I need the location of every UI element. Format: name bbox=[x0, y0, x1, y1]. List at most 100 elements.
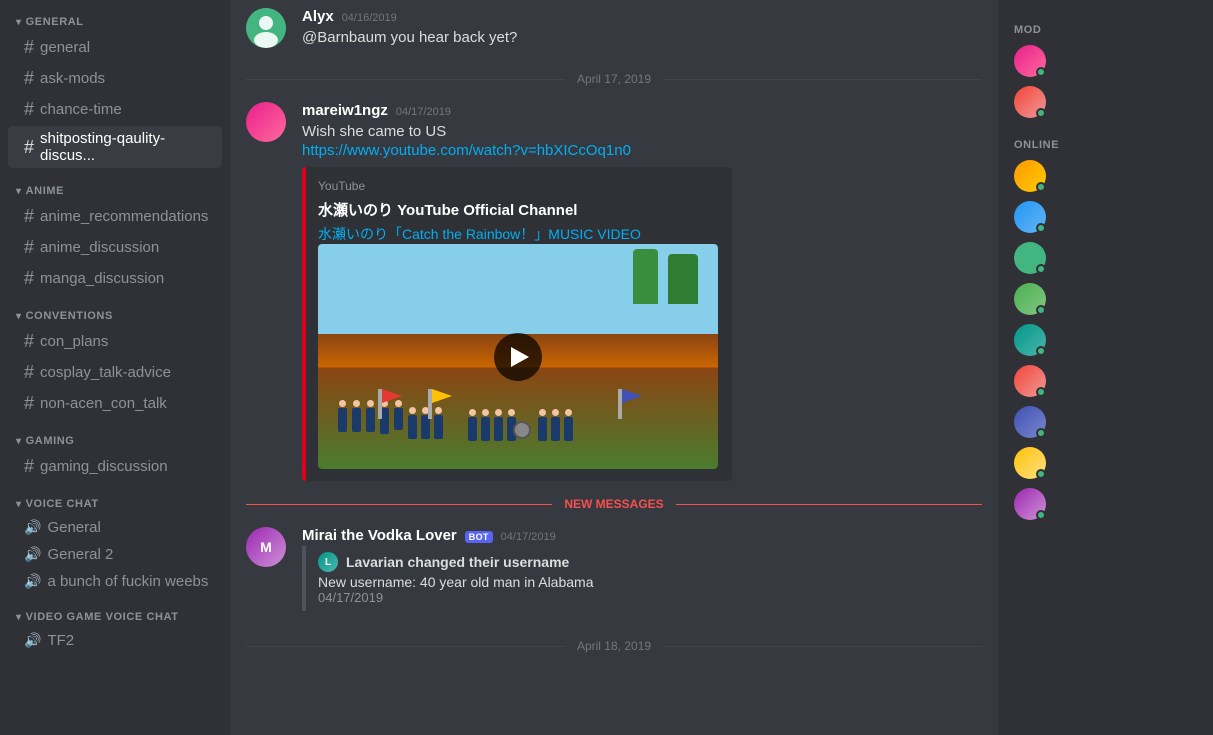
member-avatar bbox=[1014, 406, 1046, 438]
panel-section-online: ONLINE bbox=[998, 123, 1213, 155]
status-dot-online bbox=[1036, 67, 1046, 77]
message-text: @Barnbaum you hear back yet? bbox=[302, 27, 982, 48]
hash-icon: # bbox=[24, 237, 34, 258]
channel-item-cosplay-talk[interactable]: # cosplay_talk-advice bbox=[8, 358, 222, 387]
play-button[interactable] bbox=[494, 333, 542, 381]
status-dot-online bbox=[1036, 223, 1046, 233]
message-text: Wish she came to US bbox=[302, 121, 982, 142]
username: mareiw1ngz bbox=[302, 102, 388, 119]
message-header: Mirai the Vodka Lover BOT 04/17/2019 bbox=[302, 527, 982, 544]
quote-username: Lavarian changed their username bbox=[346, 554, 569, 570]
status-dot-online bbox=[1036, 108, 1046, 118]
section-header-anime[interactable]: ▾ ANIME bbox=[0, 169, 230, 201]
member-avatar bbox=[1014, 160, 1046, 192]
embed-description[interactable]: 水瀬いのり「Catch the Rainbow！」MUSIC VIDEO bbox=[318, 226, 641, 242]
date-label: April 18, 2019 bbox=[577, 639, 651, 653]
channel-item-shitposting[interactable]: # shitposting-qaulity-discus... bbox=[8, 126, 222, 168]
youtube-link[interactable]: https://www.youtube.com/watch?v=hbXICcOq… bbox=[302, 142, 631, 159]
voice-channel-name: General 2 bbox=[47, 546, 113, 563]
status-dot-online bbox=[1036, 346, 1046, 356]
section-header-conventions[interactable]: ▾ CONVENTIONS bbox=[0, 294, 230, 326]
date-label: April 17, 2019 bbox=[577, 72, 651, 86]
member-avatar bbox=[1014, 324, 1046, 356]
main-chat: Alyx 04/16/2019 @Barnbaum you hear back … bbox=[230, 0, 998, 735]
section-label-gaming: GAMING bbox=[26, 435, 75, 447]
member-item[interactable] bbox=[1006, 156, 1205, 196]
member-item[interactable] bbox=[1006, 41, 1205, 81]
member-item[interactable] bbox=[1006, 443, 1205, 483]
member-item[interactable] bbox=[1006, 402, 1205, 442]
hash-icon: # bbox=[24, 206, 34, 227]
status-dot-online bbox=[1036, 428, 1046, 438]
username: Mirai the Vodka Lover bbox=[302, 527, 457, 544]
section-header-voice-chat[interactable]: ▾ VOICE CHAT bbox=[0, 482, 230, 514]
voice-item-weebs[interactable]: 🔊 a bunch of fuckin weebs bbox=[8, 569, 222, 594]
channel-name: non-acen_con_talk bbox=[40, 395, 167, 412]
hash-icon: # bbox=[24, 331, 34, 352]
timestamp: 04/17/2019 bbox=[396, 106, 451, 118]
message-group: Alyx 04/16/2019 @Barnbaum you hear back … bbox=[230, 0, 998, 56]
panel-section-mod: MOD bbox=[998, 8, 1213, 40]
avatar bbox=[246, 102, 286, 142]
channel-name: general bbox=[40, 39, 90, 56]
channel-item-chance-time[interactable]: # chance-time bbox=[8, 95, 222, 124]
speaker-icon: 🔊 bbox=[24, 546, 41, 563]
member-item[interactable] bbox=[1006, 320, 1205, 360]
chevron-icon: ▾ bbox=[16, 499, 22, 510]
channel-name: con_plans bbox=[40, 333, 108, 350]
voice-item-tf2[interactable]: 🔊 TF2 bbox=[8, 628, 222, 653]
channel-name: gaming_discussion bbox=[40, 458, 168, 475]
channel-item-non-acen[interactable]: # non-acen_con_talk bbox=[8, 389, 222, 418]
voice-channel-name: TF2 bbox=[47, 632, 74, 649]
channel-name: anime_discussion bbox=[40, 239, 159, 256]
channel-item-manga-disc[interactable]: # manga_discussion bbox=[8, 264, 222, 293]
member-item[interactable] bbox=[1006, 279, 1205, 319]
messages-area[interactable]: Alyx 04/16/2019 @Barnbaum you hear back … bbox=[230, 0, 998, 735]
member-item[interactable] bbox=[1006, 82, 1205, 122]
voice-item-general[interactable]: 🔊 General bbox=[8, 515, 222, 540]
section-header-general[interactable]: ▾ GENERAL bbox=[0, 0, 230, 32]
date-divider: April 18, 2019 bbox=[230, 623, 998, 661]
section-label-vg-voice: VIDEO GAME VOICE CHAT bbox=[26, 611, 179, 623]
embed-title: 水瀬いのり YouTube Official Channel bbox=[318, 199, 720, 220]
timestamp: 04/17/2019 bbox=[501, 531, 556, 543]
member-avatar bbox=[1014, 45, 1046, 77]
channel-item-ask-mods[interactable]: # ask-mods bbox=[8, 64, 222, 93]
channel-name: chance-time bbox=[40, 101, 122, 118]
section-header-gaming[interactable]: ▾ GAMING bbox=[0, 419, 230, 451]
channel-item-con-plans[interactable]: # con_plans bbox=[8, 327, 222, 356]
member-item[interactable] bbox=[1006, 197, 1205, 237]
voice-item-general2[interactable]: 🔊 General 2 bbox=[8, 542, 222, 567]
member-item[interactable] bbox=[1006, 484, 1205, 524]
quote-avatar: L bbox=[318, 552, 338, 572]
message-content: Alyx 04/16/2019 @Barnbaum you hear back … bbox=[302, 8, 982, 48]
embed-provider: YouTube bbox=[318, 179, 720, 193]
message-content: Mirai the Vodka Lover BOT 04/17/2019 L L… bbox=[302, 527, 982, 615]
username: Alyx bbox=[302, 8, 334, 25]
section-label-voice: VOICE CHAT bbox=[26, 498, 99, 510]
member-avatar bbox=[1014, 242, 1046, 274]
message-header: mareiw1ngz 04/17/2019 bbox=[302, 102, 982, 119]
section-label-conventions: CONVENTIONS bbox=[26, 310, 113, 322]
member-avatar bbox=[1014, 86, 1046, 118]
video-thumbnail[interactable] bbox=[318, 244, 718, 469]
chevron-icon: ▾ bbox=[16, 186, 22, 197]
member-item[interactable] bbox=[1006, 361, 1205, 401]
new-messages-divider: NEW MESSAGES bbox=[230, 489, 998, 519]
sidebar: ▾ GENERAL # general 👤+ # ask-mods # chan… bbox=[0, 0, 230, 735]
channel-item-gaming-disc[interactable]: # gaming_discussion bbox=[8, 452, 222, 481]
member-avatar bbox=[1014, 365, 1046, 397]
hash-icon: # bbox=[24, 362, 34, 383]
status-dot-online bbox=[1036, 469, 1046, 479]
channel-item-general[interactable]: # general 👤+ bbox=[8, 33, 222, 62]
channel-name: cosplay_talk-advice bbox=[40, 364, 171, 381]
status-dot-online bbox=[1036, 305, 1046, 315]
member-item[interactable] bbox=[1006, 238, 1205, 278]
speaker-icon: 🔊 bbox=[24, 573, 41, 590]
section-header-vg-voice[interactable]: ▾ VIDEO GAME VOICE CHAT bbox=[0, 595, 230, 627]
channel-item-anime-disc[interactable]: # anime_discussion bbox=[8, 233, 222, 262]
member-avatar bbox=[1014, 447, 1046, 479]
quote-subtext: 04/17/2019 bbox=[318, 590, 970, 605]
channel-item-anime-rec[interactable]: # anime_recommendations bbox=[8, 202, 222, 231]
message-content: mareiw1ngz 04/17/2019 Wish she came to U… bbox=[302, 102, 982, 481]
